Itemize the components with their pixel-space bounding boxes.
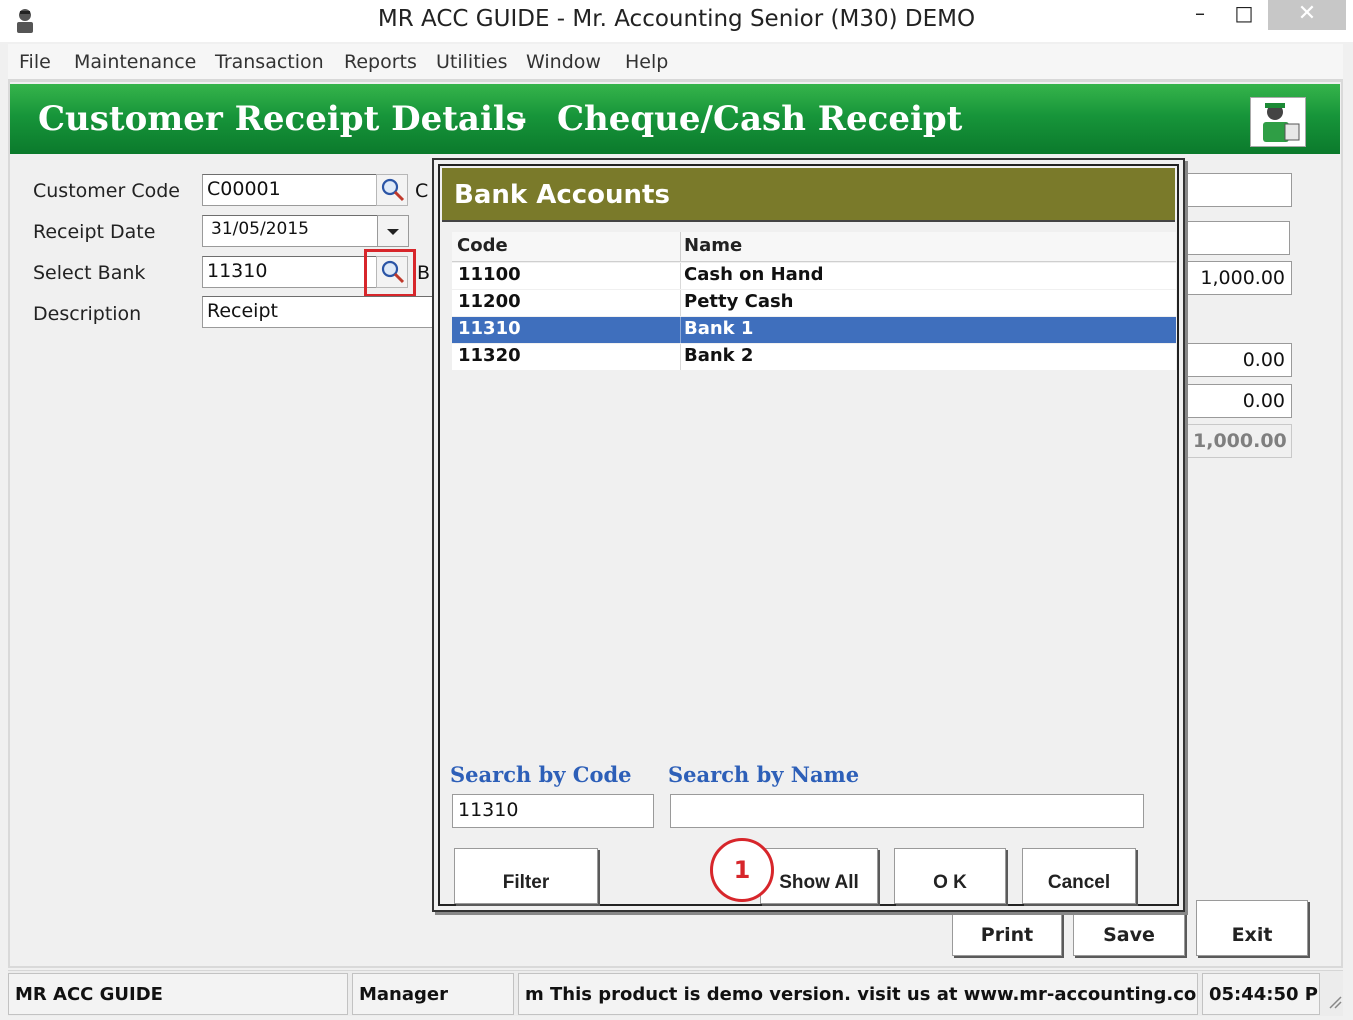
customer-code-label: Customer Code	[33, 180, 180, 202]
row-name: Bank 1	[684, 318, 754, 339]
total-field: 1,000.00	[1186, 424, 1292, 458]
row-code: 11200	[458, 291, 521, 312]
customer-lookup-button[interactable]	[376, 174, 408, 206]
window-title: MR ACC GUIDE - Mr. Accounting Senior (M3…	[377, 6, 976, 32]
step-callout: 1	[710, 838, 774, 902]
menu-reports[interactable]: Reports	[344, 51, 417, 73]
table-row[interactable]: 11320 Bank 2	[452, 344, 1176, 370]
search-by-code-label: Search by Code	[450, 762, 632, 787]
row-code: 11100	[458, 264, 521, 285]
column-header-code[interactable]: Code	[457, 235, 508, 256]
menu-transaction[interactable]: Transaction	[215, 51, 324, 73]
bank-lookup-highlight	[364, 249, 416, 297]
customer-code-input[interactable]: C00001	[202, 174, 378, 206]
minimize-button[interactable]: –	[1180, 0, 1220, 30]
page-title: Customer Receipt Details	[38, 99, 525, 139]
bank-name-clip: B	[417, 262, 431, 284]
table-row[interactable]: 11100 Cash on Hand	[452, 263, 1176, 289]
title-bar: MR ACC GUIDE - Mr. Accounting Senior (M3…	[0, 0, 1353, 42]
close-button[interactable]: ✕	[1268, 0, 1346, 30]
menu-file[interactable]: File	[19, 51, 51, 73]
resize-grip-icon[interactable]	[1326, 993, 1342, 1009]
row-code: 11310	[458, 318, 521, 339]
search-by-name-label: Search by Name	[668, 762, 860, 787]
status-bar: MR ACC GUIDE Manager m This product is d…	[8, 970, 1343, 1016]
date-dropdown-button[interactable]	[377, 215, 409, 247]
status-message: m This product is demo version. visit us…	[518, 973, 1198, 1015]
column-header-name[interactable]: Name	[684, 235, 742, 256]
accountant-icon	[1250, 97, 1306, 147]
show-all-button[interactable]: Show All	[760, 848, 878, 904]
select-bank-label: Select Bank	[33, 262, 146, 284]
select-bank-input[interactable]: 11310	[202, 256, 378, 288]
table-row[interactable]: 11200 Petty Cash	[452, 290, 1176, 316]
row-name: Bank 2	[684, 345, 754, 366]
title-separator: -	[513, 99, 528, 139]
maximize-button[interactable]: □	[1224, 0, 1264, 30]
status-user: Manager	[352, 973, 514, 1015]
cancel-button[interactable]: Cancel	[1022, 848, 1136, 904]
field-value-a[interactable]: 0.00	[1186, 343, 1292, 377]
grid-header: Code Name	[452, 232, 1176, 262]
page-header: Customer Receipt Details - Cheque/Cash R…	[10, 84, 1340, 154]
ok-button[interactable]: O K	[894, 848, 1006, 904]
chevron-down-icon	[387, 229, 399, 235]
search-name-input[interactable]	[670, 794, 1144, 828]
status-company: MR ACC GUIDE	[8, 973, 348, 1015]
field-value-b[interactable]: 0.00	[1186, 384, 1292, 418]
filter-button[interactable]: Filter	[454, 848, 598, 904]
receipt-date-label: Receipt Date	[33, 221, 156, 243]
menu-help[interactable]: Help	[625, 51, 668, 73]
row-name: Petty Cash	[684, 291, 794, 312]
dialog-title-bar: Bank Accounts	[442, 168, 1175, 222]
page-subtitle: Cheque/Cash Receipt	[557, 99, 963, 139]
row-name: Cash on Hand	[684, 264, 824, 285]
bank-accounts-dialog: Bank Accounts Code Name 11100 Cash on Ha…	[432, 158, 1185, 912]
right-field-2[interactable]	[1186, 221, 1290, 255]
table-row-selected[interactable]: 11310 Bank 1	[452, 317, 1176, 343]
menu-window[interactable]: Window	[526, 51, 601, 73]
customer-name-clip: C	[415, 180, 429, 202]
amount-field[interactable]: 1,000.00	[1186, 261, 1292, 295]
dialog-title: Bank Accounts	[454, 180, 670, 210]
status-time: 05:44:50 PM	[1202, 973, 1320, 1015]
menu-maintenance[interactable]: Maintenance	[74, 51, 196, 73]
menu-bar: File Maintenance Transaction Reports Uti…	[8, 44, 1343, 80]
search-code-input[interactable]: 11310	[452, 794, 654, 828]
bank-accounts-grid: Code Name 11100 Cash on Hand 11200 Petty…	[452, 232, 1176, 740]
right-field-1[interactable]	[1186, 173, 1292, 207]
magnifier-icon	[381, 178, 405, 202]
exit-button[interactable]: Exit	[1196, 900, 1308, 956]
description-label: Description	[33, 303, 142, 325]
row-code: 11320	[458, 345, 521, 366]
menu-utilities[interactable]: Utilities	[436, 51, 508, 73]
description-input[interactable]: Receipt	[202, 296, 442, 328]
